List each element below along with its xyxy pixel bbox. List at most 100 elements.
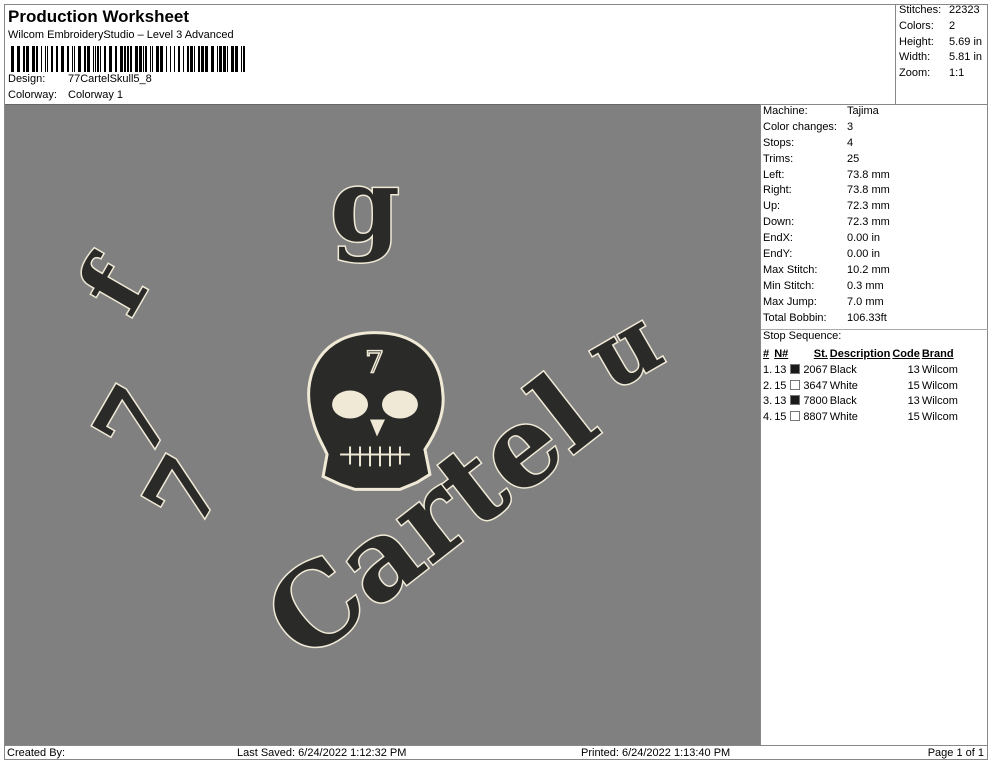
stat-value: 5.81 in: [949, 51, 983, 64]
machine-row: Max Jump: 7.0 mm: [761, 296, 988, 312]
machine-row: EndX: 0.00 in: [761, 232, 988, 248]
table-row: 4. 15 8807 White 15 Wilcom: [763, 409, 960, 425]
barcode-bar: [143, 46, 144, 72]
barcode-bar: [51, 46, 53, 72]
row-brand: Wilcom: [921, 363, 958, 376]
barcode-bar: [120, 46, 123, 72]
machine-value: 25: [847, 152, 860, 165]
barcode-bar: [205, 46, 208, 72]
barcode-bar: [135, 46, 138, 72]
machine-label: Max Stitch:: [763, 263, 818, 276]
created-by: Created By:: [7, 747, 66, 759]
row-code: 13: [907, 363, 920, 376]
barcode-bar: [26, 46, 29, 72]
machine-row: EndY: 0.00 in: [761, 248, 988, 264]
machine-row: Total Bobbin: 106.33ft: [761, 312, 988, 328]
stat-value: 2: [949, 19, 956, 32]
barcode-bar: [61, 46, 64, 72]
design-label: Design:: [8, 73, 46, 85]
machine-label: Down:: [763, 216, 795, 229]
barcode-bar: [17, 46, 20, 72]
row-description: Black: [829, 363, 857, 376]
row-code: 15: [907, 379, 920, 392]
machine-row: Trims: 25: [761, 153, 988, 169]
machine-value: 0.00 in: [847, 232, 881, 245]
machine-row: Down: 72.3 mm: [761, 216, 988, 232]
barcode-bar: [219, 46, 222, 72]
design-preview: 7 7 f g n Cartel 7: [5, 104, 760, 745]
barcode-bar: [23, 46, 25, 72]
barcode-bar: [152, 46, 153, 72]
barcode-bar: [45, 46, 46, 72]
row-stitch-cell: 7800: [790, 393, 830, 409]
row-code: 13: [907, 395, 920, 408]
stat-label: Height:: [899, 35, 934, 48]
embroidery-artwork: 7 7 f g n Cartel 7: [57, 144, 688, 686]
colorway-row: Colorway: Colorway 1: [8, 89, 123, 101]
artwork-letter-f: f: [59, 240, 172, 331]
stat-row: Zoom: 1:1: [896, 67, 988, 83]
design-row: Design: 77CartelSkull5_8: [8, 73, 152, 85]
col-index: #: [763, 348, 770, 361]
barcode-bar: [198, 46, 200, 72]
machine-row: Machine: Tajima: [761, 105, 988, 121]
table-row: 3. 13 7800 Black 13 Wilcom: [763, 393, 960, 409]
barcode-bar: [41, 46, 42, 72]
artwork-letter-g: g: [330, 146, 400, 264]
barcode-bar: [56, 46, 58, 72]
row-description: White: [829, 410, 858, 423]
row-needle: 15: [774, 379, 787, 392]
machine-value: 10.2 mm: [847, 263, 890, 276]
table-header: # N# St. Description Code Brand: [763, 346, 960, 362]
barcode-bar: [183, 46, 184, 72]
barcode-bar: [231, 46, 234, 72]
barcode-bar: [190, 46, 193, 72]
barcode-bar: [11, 46, 14, 72]
software-name: Wilcom EmbroideryStudio – Level 3 Advanc…: [8, 29, 234, 41]
machine-label: EndY:: [763, 248, 793, 261]
row-index: 1.: [763, 363, 773, 376]
table-row: 1. 13 2067 Black 13 Wilcom: [763, 362, 960, 378]
row-needle: 15: [774, 410, 787, 423]
barcode-bar: [201, 46, 204, 72]
header: Production Worksheet Wilcom EmbroiderySt…: [5, 5, 895, 104]
machine-label: Machine:: [763, 105, 808, 117]
row-needle: 13: [774, 395, 787, 408]
stat-row: Width: 5.81 in: [896, 51, 988, 67]
barcode: [11, 46, 245, 72]
machine-row: Stops: 4: [761, 137, 988, 153]
barcode-bar: [160, 46, 163, 72]
machine-value: 4: [847, 136, 854, 149]
machine-value: 0.00 in: [847, 248, 881, 261]
barcode-bar: [235, 46, 238, 72]
barcode-bar: [174, 46, 175, 72]
machine-label: Max Jump:: [763, 295, 817, 308]
stat-label: Stitches:: [899, 4, 942, 16]
colorway-label: Colorway:: [8, 89, 57, 101]
barcode-bar: [130, 46, 132, 72]
barcode-bar: [178, 46, 180, 72]
barcode-bar: [104, 46, 106, 72]
barcode-bar: [32, 46, 35, 72]
barcode-bar: [227, 46, 228, 72]
machine-row: Color changes: 3: [761, 121, 988, 137]
row-stitch: 7800: [803, 395, 828, 408]
barcode-bar: [78, 46, 81, 72]
col-brand: Brand: [921, 348, 954, 361]
design-stats: Stitches: 22323 Colors: 2 Height: 5.69 in W…: [895, 4, 988, 104]
stat-label: Colors:: [899, 19, 934, 32]
machine-value: 73.8 mm: [847, 168, 890, 181]
printed-date: Printed: 6/24/2022 1:13:40 PM: [581, 747, 731, 759]
table-row: 2. 15 3647 White 15 Wilcom: [763, 378, 960, 394]
row-index: 2.: [763, 379, 773, 392]
last-saved: Last Saved: 6/24/2022 1:12:32 PM: [237, 747, 407, 759]
row-brand: Wilcom: [921, 395, 958, 408]
stat-row: Colors: 2: [896, 20, 988, 36]
barcode-bar: [67, 46, 69, 72]
barcode-bar: [115, 46, 117, 72]
page-number: Page 1 of 1: [927, 747, 984, 759]
barcode-bar: [109, 46, 112, 72]
row-stitch-cell: 2067: [790, 362, 830, 378]
col-description: Description: [829, 348, 891, 361]
row-stitch: 8807: [803, 410, 828, 423]
